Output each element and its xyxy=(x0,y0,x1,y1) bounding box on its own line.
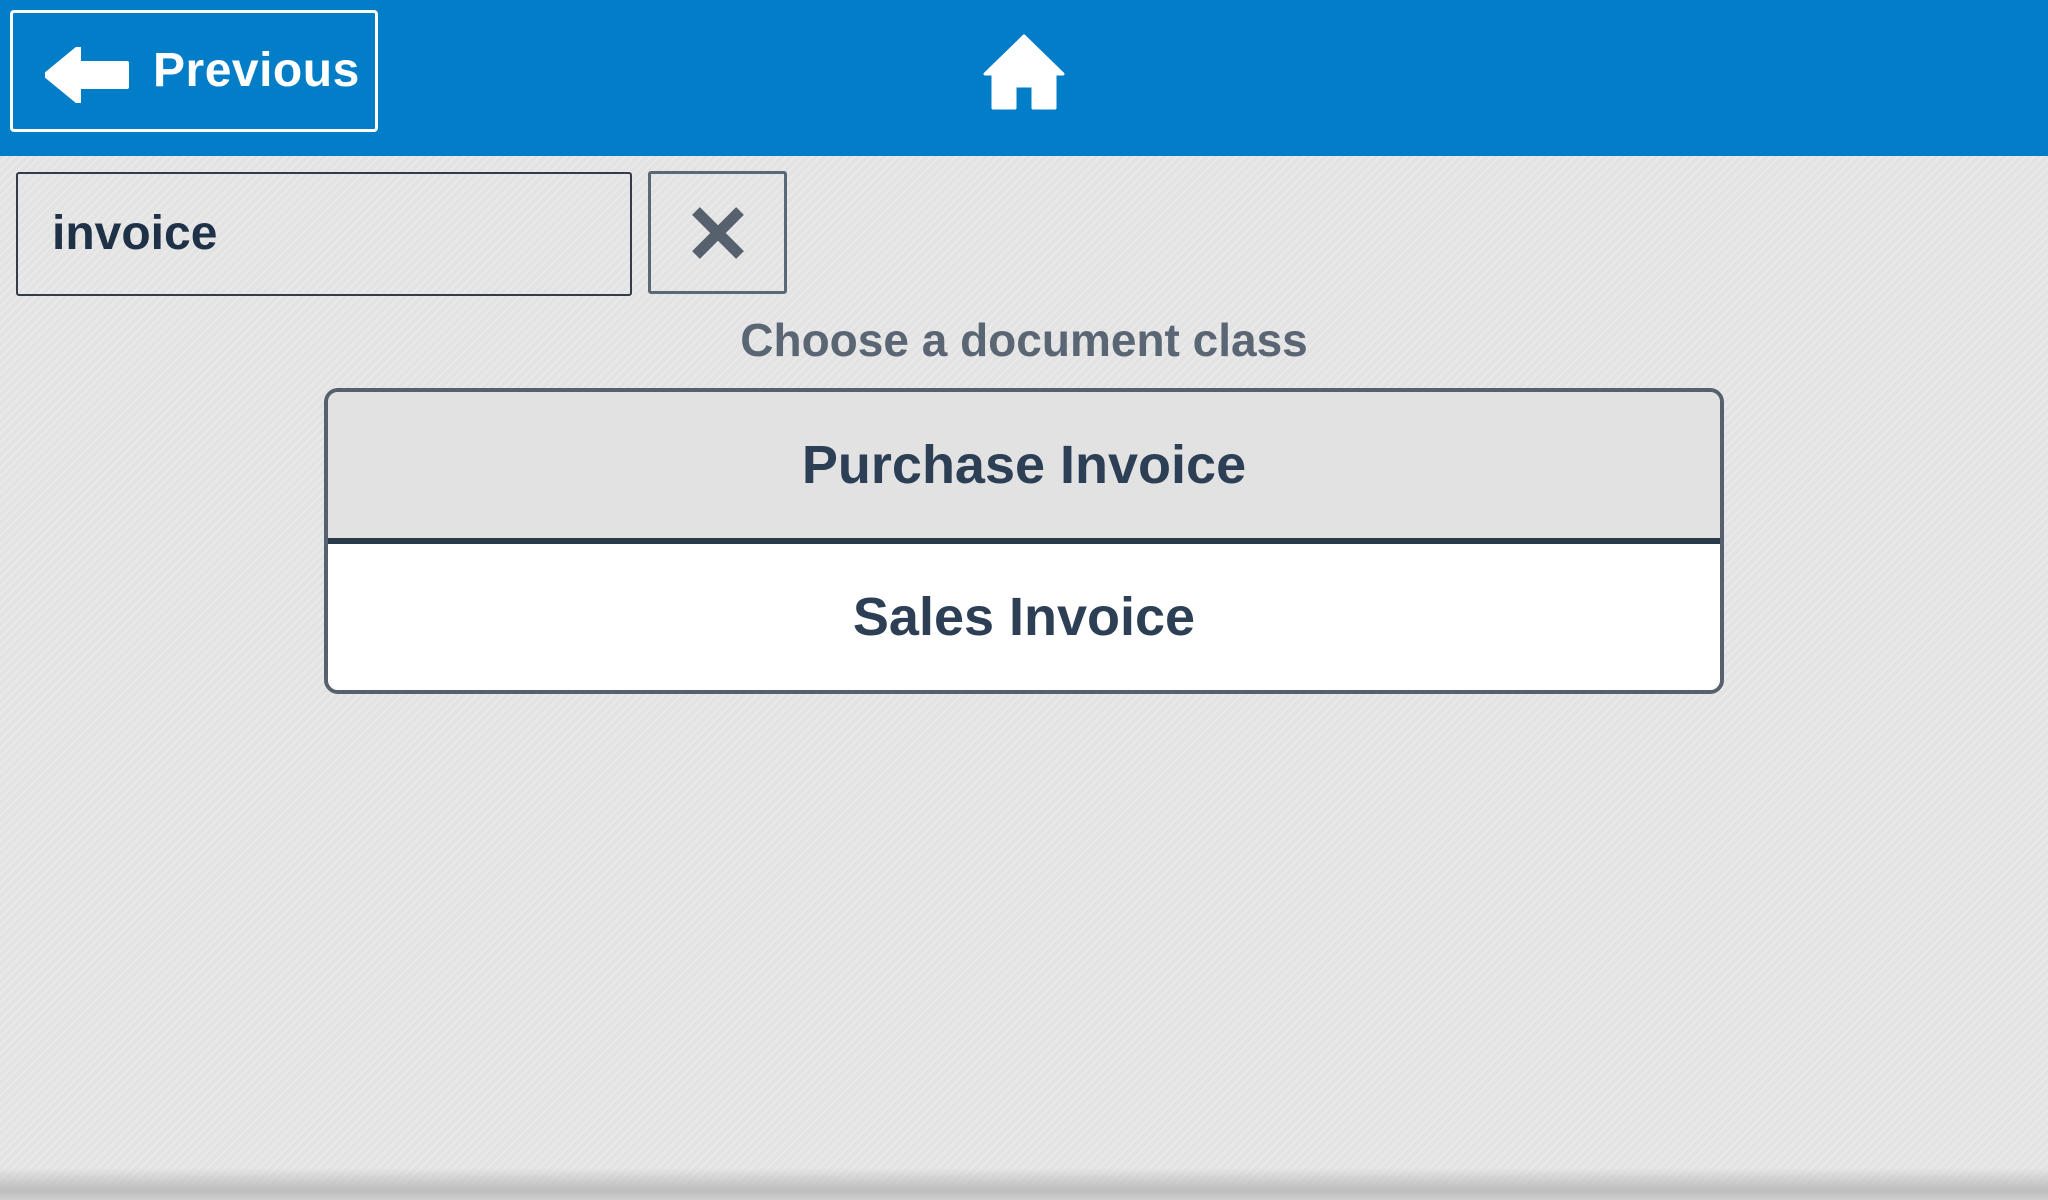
close-icon xyxy=(692,207,744,259)
search-input[interactable]: invoice xyxy=(16,172,632,296)
choose-class-prompt: Choose a document class xyxy=(740,314,1308,366)
clear-search-button[interactable] xyxy=(648,171,787,294)
home-icon[interactable] xyxy=(983,34,1065,110)
document-class-item-sales-invoice[interactable]: Sales Invoice xyxy=(328,544,1720,690)
document-class-item-purchase-invoice[interactable]: Purchase Invoice xyxy=(328,392,1720,544)
search-input-value[interactable]: invoice xyxy=(52,174,217,294)
previous-button-label: Previous xyxy=(153,44,360,97)
arrow-left-icon xyxy=(45,47,129,103)
top-bar: Previous xyxy=(0,0,2048,156)
previous-button[interactable]: Previous xyxy=(10,10,378,132)
document-class-list: Purchase Invoice Sales Invoice xyxy=(324,388,1724,694)
bottom-edge-shadow xyxy=(0,1168,2048,1200)
